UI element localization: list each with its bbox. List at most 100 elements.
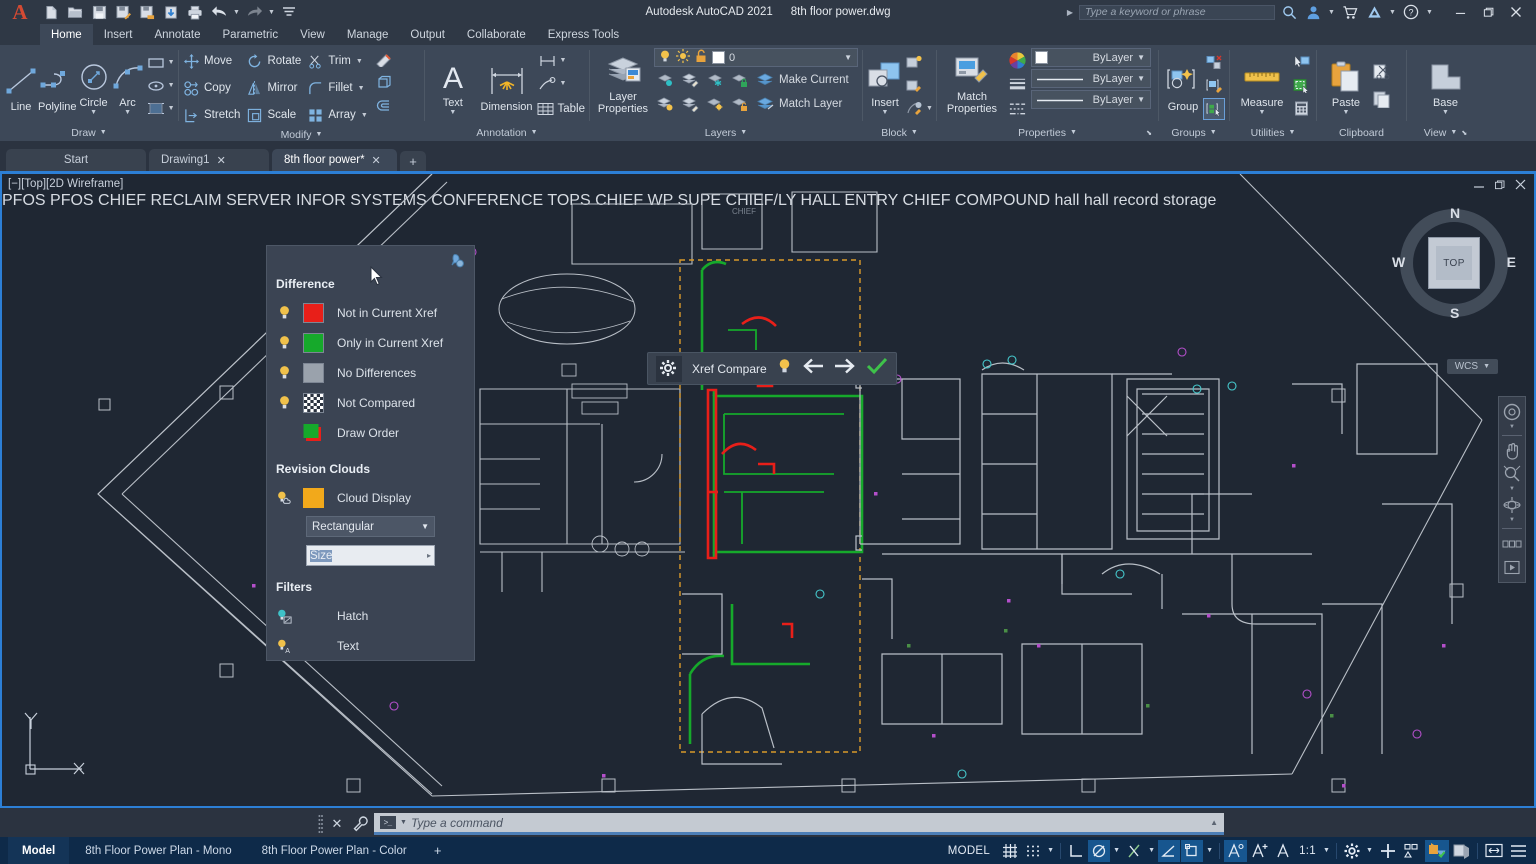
fullscreen-toggle[interactable] [1482,840,1506,862]
customize-qat-icon[interactable] [278,1,300,23]
current-layer-dropdown-icon[interactable]: ▼ [844,53,854,62]
rectangle-dropdown-icon[interactable]: ▼ [167,52,176,74]
orbit-icon[interactable] [1501,495,1523,515]
color-swatch-cloud-display[interactable] [303,488,324,508]
base-view-button[interactable]: Base ▼ [1419,54,1473,117]
model-space-indicator[interactable]: MODEL [940,845,998,857]
panel-title-block[interactable]: Block ▼ [863,124,936,141]
document-tab-8th-floor-power[interactable]: 8th floor power* ✕ [272,149,397,171]
trim-dropdown-icon[interactable]: ▼ [355,50,364,72]
layer-thaw-icon[interactable] [704,93,726,115]
minimize-button[interactable] [1446,0,1474,24]
checkmark-icon[interactable] [866,357,888,380]
text-dropdown-icon[interactable]: ▼ [449,109,456,117]
autoscale-toggle[interactable] [1248,840,1271,862]
group-button[interactable]: Group [1163,58,1203,113]
copy-clip-icon[interactable] [1371,88,1393,110]
panel-title-annotation[interactable]: Annotation ▼ [425,124,589,141]
annotation-scale-dropdown-icon[interactable]: ▼ [1321,847,1332,854]
help-dropdown-icon[interactable]: ▼ [1425,1,1434,23]
hatch-filter-icon[interactable] [277,608,292,625]
close-icon[interactable]: ✕ [372,154,381,167]
save-cloud-icon[interactable] [136,1,158,23]
lineweight-dropdown[interactable]: ByLayer ▼ [1031,90,1151,109]
view-cube-north-label[interactable]: N [1450,205,1460,221]
panel-expand-groups-icon[interactable]: ▼ [1210,129,1217,136]
new-document-tab-button[interactable]: + [400,151,426,171]
panel-title-groups[interactable]: Groups ▼ [1159,124,1229,141]
arc-button[interactable]: Arc ▼ [111,54,145,117]
view-cube-east-label[interactable]: E [1507,254,1516,270]
match-properties-button[interactable]: Match Properties [941,48,1003,115]
steering-wheel-icon[interactable] [1501,402,1523,422]
search-icon[interactable] [1279,2,1299,22]
ribbon-tab-collaborate[interactable]: Collaborate [456,24,537,45]
copy-button[interactable]: Copy [183,75,240,101]
layout-tab-model[interactable]: Model [8,837,70,864]
new-file-icon[interactable] [40,1,62,23]
close-icon[interactable] [1515,179,1526,193]
polar-tracking-dropdown-icon[interactable]: ▼ [1111,847,1122,854]
ortho-mode-toggle[interactable] [1065,840,1087,862]
object-snap-tracking-toggle[interactable] [1123,840,1145,862]
insert-dropdown-icon[interactable]: ▼ [882,109,889,117]
command-line-grip[interactable] [316,813,324,835]
table-button[interactable]: Table [537,96,585,122]
calculator-icon[interactable] [1290,98,1312,120]
viewport-label[interactable]: [−][Top][2D Wireframe] [8,178,123,190]
autodesk-a-icon[interactable] [1364,2,1384,22]
leader-icon[interactable] [537,73,559,95]
close-icon[interactable]: ✕ [328,816,346,832]
annotation-scale-value[interactable]: 1:1 [1295,845,1320,857]
navigation-bar[interactable]: ▼ ▼ ▼ [1498,396,1526,583]
customization-menu-button[interactable] [1507,840,1530,862]
panel-expand-view-icon[interactable]: ▼ [1450,129,1457,136]
measure-button[interactable]: Measure ▼ [1234,54,1290,117]
layer-lock-icon[interactable] [729,69,751,91]
dynamic-ucs-toggle[interactable] [1181,839,1204,862]
array-dropdown-icon[interactable]: ▼ [360,104,369,126]
group-selection-icon[interactable] [1203,97,1225,120]
make-current-icon[interactable] [754,69,776,91]
paste-dropdown-icon[interactable]: ▼ [1343,109,1350,117]
document-tab-drawing1[interactable]: Drawing1 ✕ [149,149,269,171]
command-history-dropdown-icon[interactable]: ▼ [400,819,407,826]
hardware-acceleration-toggle[interactable] [1376,840,1400,862]
ribbon-tab-express-tools[interactable]: Express Tools [537,24,630,45]
close-icon[interactable]: ✕ [217,154,226,167]
command-line[interactable]: ✕ >_ ▼ Type a command ▲ [316,811,1224,837]
linetype-dropdown[interactable]: ByLayer ▼ [1031,69,1151,88]
lightbulb-icon[interactable] [277,335,292,351]
revision-clouds-row-cloud-display[interactable]: Cloud Display [267,483,474,513]
rotate-button[interactable]: Rotate [246,48,301,74]
quick-select-icon[interactable] [1290,52,1312,74]
wcs-selector[interactable]: WCS ▼ [1446,359,1498,374]
group-edit-icon[interactable] [1203,75,1225,97]
arrow-right-icon[interactable] [834,358,856,379]
edit-block-icon[interactable] [903,75,925,97]
offset-icon[interactable] [373,94,395,116]
arrow-left-icon[interactable] [802,358,824,379]
filter-row-hatch[interactable]: Hatch [267,601,474,631]
user-account-icon[interactable] [1303,2,1323,22]
panel-title-properties[interactable]: Properties ▼ ⬊ [937,124,1158,141]
drawing-viewport[interactable]: [−][Top][2D Wireframe] CHIEF PFOS PFOS C… [0,171,1536,808]
fillet-dropdown-icon[interactable]: ▼ [357,77,366,99]
leader-dropdown-icon[interactable]: ▼ [559,73,568,95]
explode-pencil-icon[interactable] [373,48,395,70]
hatch-dropdown-icon[interactable]: ▼ [167,98,176,120]
cloud-lightbulb-icon[interactable] [277,490,292,506]
circle-dropdown-icon[interactable]: ▼ [90,109,97,117]
block-attributes-icon[interactable] [903,98,925,120]
redo-icon[interactable] [243,1,265,23]
orbit-dropdown-icon[interactable]: ▼ [1509,517,1515,523]
color-wheel-icon[interactable] [1006,49,1028,71]
view-dialog-launcher-icon[interactable]: ⬊ [1461,129,1467,137]
difference-row-not-in-current-xref[interactable]: Not in Current Xref [267,298,474,328]
object-color-dropdown-icon[interactable]: ▼ [1137,53,1147,62]
panel-title-utilities[interactable]: Utilities ▼ [1230,124,1316,141]
insert-block-button[interactable]: Insert ▼ [867,54,903,117]
revision-cloud-size-input[interactable]: Size ▸ [306,545,435,566]
panel-title-modify[interactable]: Modify ▼ [179,128,424,141]
help-icon[interactable]: ? [1401,2,1421,22]
